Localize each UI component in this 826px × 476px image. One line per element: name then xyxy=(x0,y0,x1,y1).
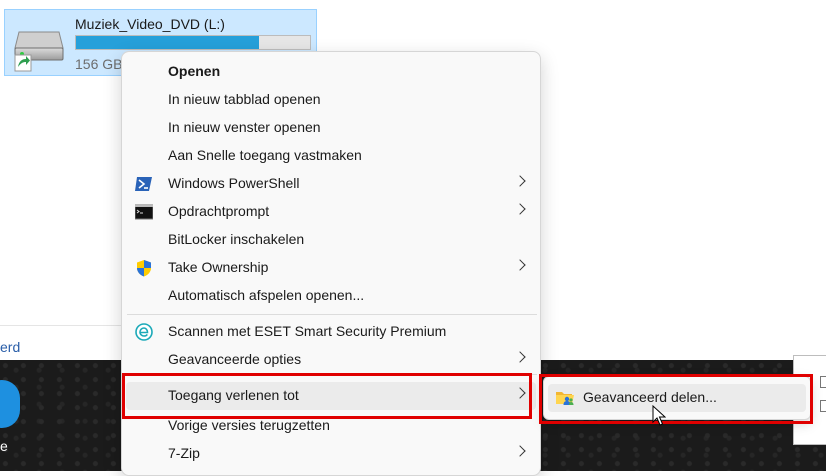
checkbox[interactable] xyxy=(820,376,826,388)
highlight-box-submenu-item xyxy=(539,374,813,424)
drive-usage-fill xyxy=(76,36,259,49)
chevron-right-icon xyxy=(514,175,526,187)
menu-item-bitlocker[interactable]: BitLocker inschakelen xyxy=(126,226,536,254)
menu-item-label: Windows PowerShell xyxy=(168,175,300,191)
menu-item-take-ownership[interactable]: Take Ownership xyxy=(126,254,536,282)
menu-item-label: BitLocker inschakelen xyxy=(168,231,305,247)
drive-name: Muziek_Video_DVD (L:) xyxy=(75,16,225,32)
cmd-icon xyxy=(135,204,153,220)
menu-item-powershell[interactable]: Windows PowerShell xyxy=(126,170,536,198)
divider xyxy=(0,325,122,326)
menu-item-label: Openen xyxy=(168,63,221,79)
menu-item-7zip[interactable]: 7-Zip xyxy=(126,440,536,468)
eset-icon xyxy=(135,323,153,341)
partial-label: erd xyxy=(0,339,21,355)
menu-item-open-new-window[interactable]: In nieuw venster openen xyxy=(126,114,536,142)
shortcut-arrow-icon xyxy=(14,54,32,72)
drive-icon xyxy=(14,31,64,72)
menu-item-label: In nieuw venster openen xyxy=(168,119,321,135)
chevron-right-icon xyxy=(514,445,526,457)
menu-item-label: Geavanceerde opties xyxy=(168,351,302,367)
menu-item-label: Vorige versies terugzetten xyxy=(168,417,330,433)
desktop-app-label: e xyxy=(0,438,8,454)
menu-separator xyxy=(127,314,537,315)
menu-item-label: Take Ownership xyxy=(168,259,269,275)
mouse-cursor-icon xyxy=(652,405,666,426)
powershell-icon xyxy=(135,177,152,191)
menu-item-autoplay[interactable]: Automatisch afspelen openen... xyxy=(126,282,536,310)
menu-item-label: Automatisch afspelen openen... xyxy=(168,287,365,303)
menu-item-openen[interactable]: Openen xyxy=(126,58,536,86)
chevron-right-icon xyxy=(514,259,526,271)
chevron-right-icon xyxy=(514,203,526,215)
shield-icon xyxy=(137,260,151,277)
menu-item-label: In nieuw tabblad openen xyxy=(168,91,321,107)
menu-item-open-new-tab[interactable]: In nieuw tabblad openen xyxy=(126,86,536,114)
menu-item-advanced-options[interactable]: Geavanceerde opties xyxy=(126,346,536,374)
checkbox[interactable] xyxy=(820,400,826,412)
highlight-box-menu-item xyxy=(122,373,532,419)
menu-item-label: Opdrachtprompt xyxy=(168,203,270,219)
menu-item-pin-quick-access[interactable]: Aan Snelle toegang vastmaken xyxy=(126,142,536,170)
menu-item-label: 7-Zip xyxy=(168,445,200,461)
menu-item-label: Scannen met ESET Smart Security Premium xyxy=(168,323,447,339)
menu-item-eset-scan[interactable]: Scannen met ESET Smart Security Premium xyxy=(126,318,536,346)
menu-item-label: Aan Snelle toegang vastmaken xyxy=(168,147,362,163)
menu-item-cmd[interactable]: Opdrachtprompt xyxy=(126,198,536,226)
drive-size: 156 GB xyxy=(75,56,123,72)
drive-usage-bar xyxy=(75,35,311,50)
chevron-right-icon xyxy=(514,351,526,363)
